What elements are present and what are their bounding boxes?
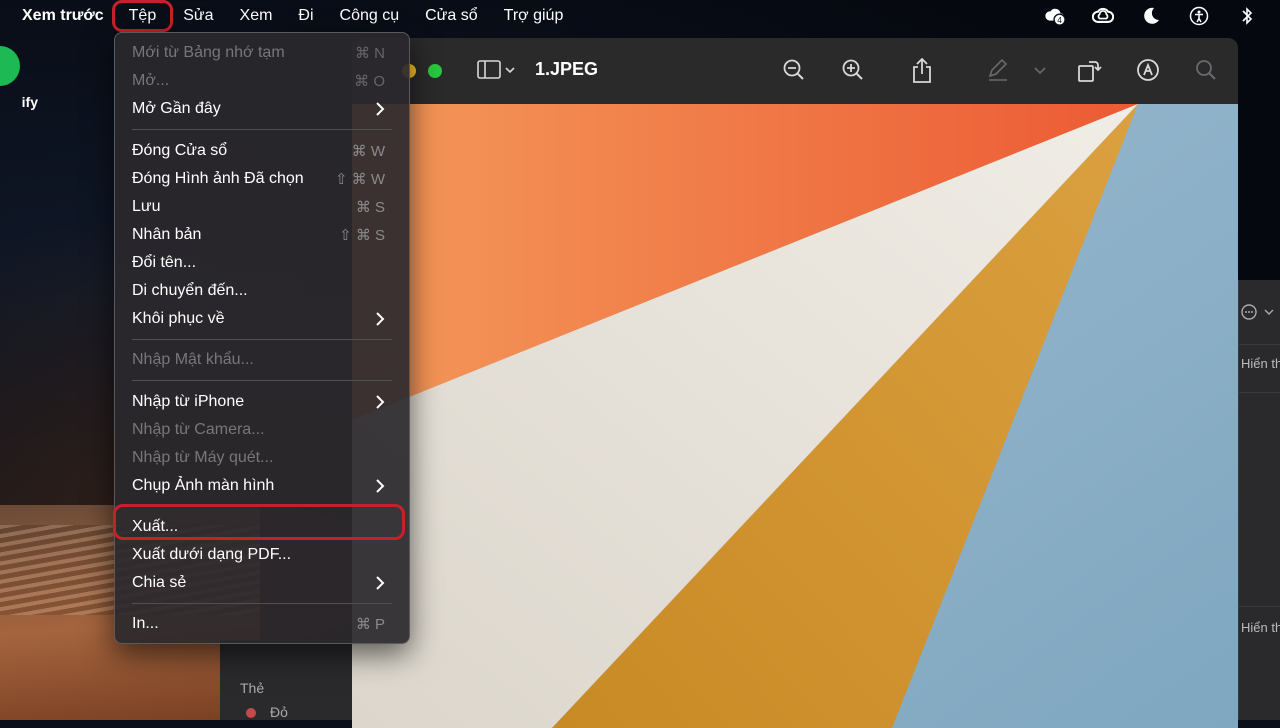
menu-file[interactable]: Tệp (111, 0, 174, 32)
chevron-right-icon (376, 576, 385, 590)
menu-window[interactable]: Cửa sổ (412, 7, 491, 25)
menu-item-label: Nhân bản (132, 226, 202, 243)
menu-item-label: Đóng Cửa sổ (132, 142, 228, 159)
search-icon[interactable] (1194, 58, 1220, 84)
menu-separator (132, 129, 392, 130)
menu-item-export-as-pdf[interactable]: Xuất dưới dạng PDF... (121, 541, 403, 569)
menubar: Xem trước Tệp Sửa Xem Đi Công cụ Cửa sổ … (0, 0, 1280, 32)
image-canvas[interactable] (352, 104, 1238, 728)
markup-menu-chevron-icon[interactable] (1032, 58, 1058, 84)
share-icon[interactable] (910, 57, 936, 84)
window-title: 1.JPEG (535, 59, 599, 79)
zoom-button[interactable] (428, 64, 442, 78)
menu-item-label: Mở Gần đây (132, 100, 221, 117)
menu-separator (132, 380, 392, 381)
export-highlight-annotation (113, 504, 405, 540)
preview-window: 1.JPEG (352, 38, 1238, 728)
inspector-panel: Hiển th Hiển th (1238, 280, 1280, 720)
menu-separator (132, 603, 392, 604)
menu-item-duplicate[interactable]: Nhân bản ⇧ ⌘ S (121, 221, 403, 249)
notification-count: 4 (1057, 16, 1062, 25)
menu-item-label: Chia sẻ (132, 574, 187, 591)
menu-item-label: Nhập từ Máy quét... (132, 449, 274, 466)
shortcut-label: ⇧ ⌘ W (334, 171, 385, 188)
inspector-more-icon[interactable] (1241, 302, 1280, 325)
desktop-app-spotify[interactable]: ify (0, 46, 40, 110)
menu-item-label: Đóng Hình ảnh Đã chọn (132, 170, 304, 187)
menu-item-label: Nhập từ Camera... (132, 421, 265, 438)
menu-item-move-to[interactable]: Di chuyển đến... (121, 277, 403, 305)
menu-edit[interactable]: Sửa (170, 7, 226, 25)
menu-item-label: Mới từ Bảng nhớ tạm (132, 44, 285, 61)
menu-item-import-from-camera[interactable]: Nhập từ Camera... (121, 416, 403, 444)
file-menu: Mới từ Bảng nhớ tạm ⌘ N Mở... ⌘ O Mở Gần… (114, 32, 410, 644)
menubar-app-name[interactable]: Xem trước (22, 7, 104, 25)
wallpaper-image (352, 104, 1238, 728)
bluetooth-icon[interactable] (1236, 5, 1258, 27)
menu-item-open-recent[interactable]: Mở Gần đây (121, 95, 403, 123)
zoom-in-icon[interactable] (841, 58, 867, 84)
creative-cloud-icon[interactable]: 4 (1044, 5, 1066, 27)
menu-item-label: In... (132, 615, 159, 632)
rotate-icon[interactable] (1076, 58, 1102, 84)
menu-item-save[interactable]: Lưu ⌘ S (121, 193, 403, 221)
tag-red-dot (246, 708, 256, 718)
menu-item-label: Mở... (132, 72, 170, 89)
sidebar-toggle-button[interactable] (476, 59, 516, 81)
menu-item-close-selected-images[interactable]: Đóng Hình ảnh Đã chọn ⇧ ⌘ W (121, 165, 403, 193)
menu-go[interactable]: Đi (285, 7, 326, 25)
menu-item-take-screenshot[interactable]: Chụp Ảnh màn hình (121, 472, 403, 500)
menu-tools[interactable]: Công cụ (327, 7, 413, 25)
chevron-right-icon (376, 395, 385, 409)
menu-item-revert-to[interactable]: Khôi phục về (121, 305, 403, 333)
menu-item-open[interactable]: Mở... ⌘ O (121, 67, 403, 95)
menu-item-label: Nhập Mật khẩu... (132, 351, 254, 368)
menu-item-new-from-clipboard[interactable]: Mới từ Bảng nhớ tạm ⌘ N (121, 39, 403, 67)
menu-item-print[interactable]: In... ⌘ P (121, 610, 403, 638)
menu-item-label: Chụp Ảnh màn hình (132, 477, 275, 494)
shortcut-label: ⌘ P (355, 616, 385, 633)
chevron-right-icon (376, 479, 385, 493)
markup-toolbar-icon[interactable] (1136, 58, 1162, 84)
sidebar-section-tags: Thẻ (240, 680, 265, 696)
inspector-label-top: Hiển th (1241, 356, 1280, 371)
menu-item-label: Đổi tên... (132, 254, 197, 271)
menu-item-label: Di chuyển đến... (132, 282, 248, 299)
accessibility-icon[interactable] (1188, 5, 1210, 27)
menu-item-close-window[interactable]: Đóng Cửa sổ ⌘ W (121, 137, 403, 165)
moon-icon[interactable] (1140, 5, 1162, 27)
menu-item-enter-password[interactable]: Nhập Mật khẩu... (121, 346, 403, 374)
menu-item-share[interactable]: Chia sẻ (121, 569, 403, 597)
chevron-right-icon (376, 312, 385, 326)
zoom-out-icon[interactable] (782, 58, 808, 84)
menu-item-label: Lưu (132, 198, 161, 215)
shortcut-label: ⇧ ⌘ S (339, 227, 385, 244)
spotify-icon (0, 46, 20, 86)
menu-separator (132, 339, 392, 340)
shortcut-label: ⌘ O (354, 73, 385, 90)
markup-pen-icon[interactable] (986, 58, 1012, 84)
menu-view[interactable]: Xem (227, 7, 286, 25)
status-icons: 4 (1044, 0, 1258, 32)
shortcut-label: ⌘ S (355, 199, 385, 216)
shortcut-label: ⌘ N (355, 45, 385, 62)
menu-item-rename[interactable]: Đổi tên... (121, 249, 403, 277)
chevron-right-icon (376, 102, 385, 116)
inspector-label-bottom: Hiển th (1241, 620, 1280, 635)
menu-item-import-from-scanner[interactable]: Nhập từ Máy quét... (121, 444, 403, 472)
desktop-app-label: ify (21, 94, 38, 110)
menu-help[interactable]: Trợ giúp (491, 7, 577, 25)
menu-item-label: Khôi phục về (132, 310, 225, 327)
window-sidebar: Thẻ Đỏ (220, 640, 352, 720)
adobe-cc-icon[interactable] (1092, 5, 1114, 27)
menu-item-import-from-iphone[interactable]: Nhập từ iPhone (121, 388, 403, 416)
shortcut-label: ⌘ W (351, 143, 385, 160)
menu-item-label: Nhập từ iPhone (132, 393, 245, 410)
menu-item-label: Xuất dưới dạng PDF... (132, 546, 292, 563)
window-titlebar: 1.JPEG (352, 38, 1238, 104)
sidebar-tag-red[interactable]: Đỏ (270, 704, 288, 720)
